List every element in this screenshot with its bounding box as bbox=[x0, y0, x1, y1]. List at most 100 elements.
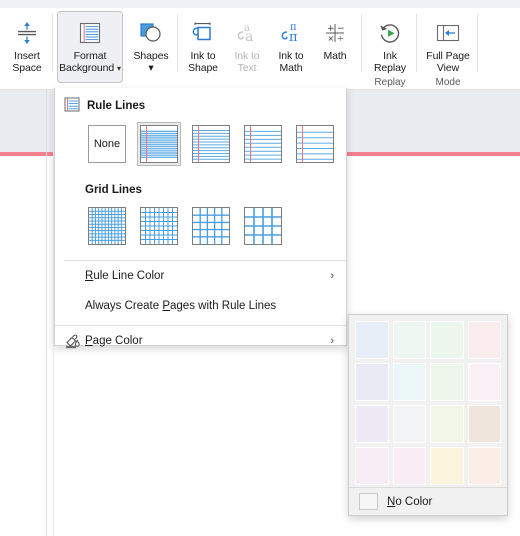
margin-line bbox=[198, 126, 200, 162]
grid-line-option-medium-grid[interactable] bbox=[137, 204, 181, 248]
ruled-paper-icon bbox=[73, 19, 107, 47]
color-swatch-grid bbox=[355, 321, 501, 485]
svg-text:×: × bbox=[328, 34, 335, 43]
color-swatch-1[interactable] bbox=[392, 321, 426, 359]
page-color-flyout: No Color bbox=[348, 314, 508, 516]
margin-line bbox=[250, 126, 252, 162]
color-swatch-4[interactable] bbox=[355, 363, 389, 401]
small-grid-preview bbox=[89, 208, 125, 244]
svg-text:÷: ÷ bbox=[337, 34, 344, 43]
color-swatch-12[interactable] bbox=[355, 447, 389, 485]
full-page-view-label-line2: View bbox=[436, 62, 460, 74]
ink-to-text-icon: a a bbox=[230, 19, 264, 47]
margin-line bbox=[302, 126, 304, 162]
shapes-icon bbox=[134, 19, 168, 47]
very-large-grid-preview bbox=[245, 208, 281, 244]
color-swatch-15[interactable] bbox=[467, 447, 501, 485]
rule-line-option-narrow-ruled[interactable] bbox=[137, 122, 181, 166]
chevron-right-icon: › bbox=[330, 335, 334, 347]
color-swatch-9[interactable] bbox=[392, 405, 426, 443]
menu-item-rule-line-color[interactable]: Rule Line Color › bbox=[55, 261, 346, 291]
ruled-paper-icon bbox=[64, 97, 80, 115]
ink-to-shape-icon bbox=[186, 19, 220, 47]
rule-line-option-none[interactable]: None bbox=[85, 122, 129, 166]
color-swatch-3[interactable] bbox=[467, 321, 501, 359]
menu-item-page-color[interactable]: Page Color › bbox=[55, 326, 346, 356]
shapes-button[interactable]: Shapes ▾ bbox=[126, 11, 176, 83]
color-swatch-2[interactable] bbox=[430, 321, 464, 359]
format-background-menu: Rule Lines None Grid Lines Rule Line Col… bbox=[54, 88, 347, 349]
no-color-label: No Color bbox=[387, 495, 433, 508]
ribbon-separator-4 bbox=[416, 14, 417, 72]
color-swatch-6[interactable] bbox=[430, 363, 464, 401]
ribbon-group-label-mode: Mode bbox=[435, 77, 461, 88]
ribbon-group-convert: Ink to Shape a a Ink to Text π π Ink to … bbox=[181, 8, 357, 89]
menu-item-page-color-label: Page Color bbox=[85, 335, 143, 347]
insert-space-label-line2: Space bbox=[12, 62, 42, 74]
svg-text:−: − bbox=[337, 24, 345, 34]
grid-line-option-small-grid[interactable] bbox=[85, 204, 129, 248]
grid-line-option-large-grid[interactable] bbox=[189, 204, 233, 248]
ink-to-text-label-line1: Ink to bbox=[234, 50, 260, 62]
ink-to-math-icon: π π bbox=[274, 19, 308, 47]
shapes-chevron-down-icon[interactable]: ▾ bbox=[148, 62, 153, 74]
ribbon-separator-3 bbox=[361, 14, 362, 72]
math-button[interactable]: + − × ÷ Math bbox=[313, 11, 357, 83]
rule-line-option-standard-ruled[interactable] bbox=[241, 122, 285, 166]
color-swatch-10[interactable] bbox=[430, 405, 464, 443]
ribbon-group-mode: Full Page View Mode bbox=[420, 8, 476, 89]
color-swatch-11[interactable] bbox=[467, 405, 501, 443]
chevron-right-icon: › bbox=[330, 270, 334, 282]
ink-to-shape-button[interactable]: Ink to Shape bbox=[181, 11, 225, 83]
format-background-label-line2: Background ▾ bbox=[59, 62, 121, 74]
color-swatch-13[interactable] bbox=[392, 447, 426, 485]
menu-item-rule-line-color-label: Rule Line Color bbox=[85, 270, 165, 282]
grid-lines-title: Grid Lines bbox=[85, 184, 142, 196]
shapes-label: Shapes bbox=[133, 50, 169, 62]
insert-space-button[interactable]: Insert Space bbox=[4, 11, 50, 83]
rule-lines-section-header: Rule Lines bbox=[55, 88, 346, 118]
ink-replay-button[interactable]: Ink Replay bbox=[366, 11, 414, 83]
ribbon-group-replay: Ink Replay Replay bbox=[366, 8, 414, 89]
large-grid-preview bbox=[193, 208, 229, 244]
ink-replay-label-line2: Replay bbox=[373, 62, 407, 74]
ribbon-top-strip bbox=[0, 0, 520, 8]
color-swatch-8[interactable] bbox=[355, 405, 389, 443]
no-color-chip bbox=[359, 493, 378, 510]
ink-replay-icon bbox=[373, 19, 407, 47]
format-background-label-text: Background bbox=[59, 62, 115, 74]
color-swatch-7[interactable] bbox=[467, 363, 501, 401]
color-swatch-14[interactable] bbox=[430, 447, 464, 485]
page-left-edge bbox=[46, 90, 47, 536]
menu-item-always-create-pages[interactable]: Always Create Pages with Rule Lines bbox=[55, 291, 346, 321]
svg-text:+: + bbox=[327, 24, 335, 34]
no-color-option[interactable]: No Color bbox=[349, 487, 507, 515]
ink-to-text-button[interactable]: a a Ink to Text bbox=[225, 11, 269, 83]
grid-line-option-very-large-grid[interactable] bbox=[241, 204, 285, 248]
format-background-label-line1: Format bbox=[73, 50, 107, 62]
chevron-down-icon[interactable]: ▾ bbox=[117, 64, 121, 73]
ink-to-shape-label-line1: Ink to bbox=[190, 50, 216, 62]
rule-line-option-college-ruled[interactable] bbox=[189, 122, 233, 166]
page-color-icon bbox=[64, 333, 85, 349]
ribbon-group-label-replay: Replay bbox=[374, 77, 406, 88]
ink-to-text-label-line2: Text bbox=[237, 62, 257, 74]
ink-to-math-label-line2: Math bbox=[279, 62, 303, 74]
margin-line bbox=[146, 126, 148, 162]
math-icon: + − × ÷ bbox=[318, 19, 352, 47]
ink-replay-label-line1: Ink bbox=[383, 50, 397, 62]
color-swatch-5[interactable] bbox=[392, 363, 426, 401]
color-swatch-0[interactable] bbox=[355, 321, 389, 359]
ribbon-group-insert-space: Insert Space bbox=[4, 8, 50, 89]
insert-space-icon bbox=[10, 19, 44, 47]
ink-to-math-button[interactable]: π π Ink to Math bbox=[269, 11, 313, 83]
rule-line-option-wide-ruled[interactable] bbox=[293, 122, 337, 166]
rule-lines-thumbnails: None bbox=[55, 118, 346, 174]
grid-lines-thumbnails bbox=[55, 200, 346, 256]
full-page-view-label-line1: Full Page bbox=[426, 50, 470, 62]
format-background-button[interactable]: Format Background ▾ bbox=[57, 11, 123, 83]
medium-grid-preview bbox=[141, 208, 177, 244]
full-page-view-button[interactable]: Full Page View bbox=[420, 11, 476, 83]
ribbon-separator-2 bbox=[177, 14, 178, 72]
ink-to-math-label-line1: Ink to bbox=[278, 50, 304, 62]
